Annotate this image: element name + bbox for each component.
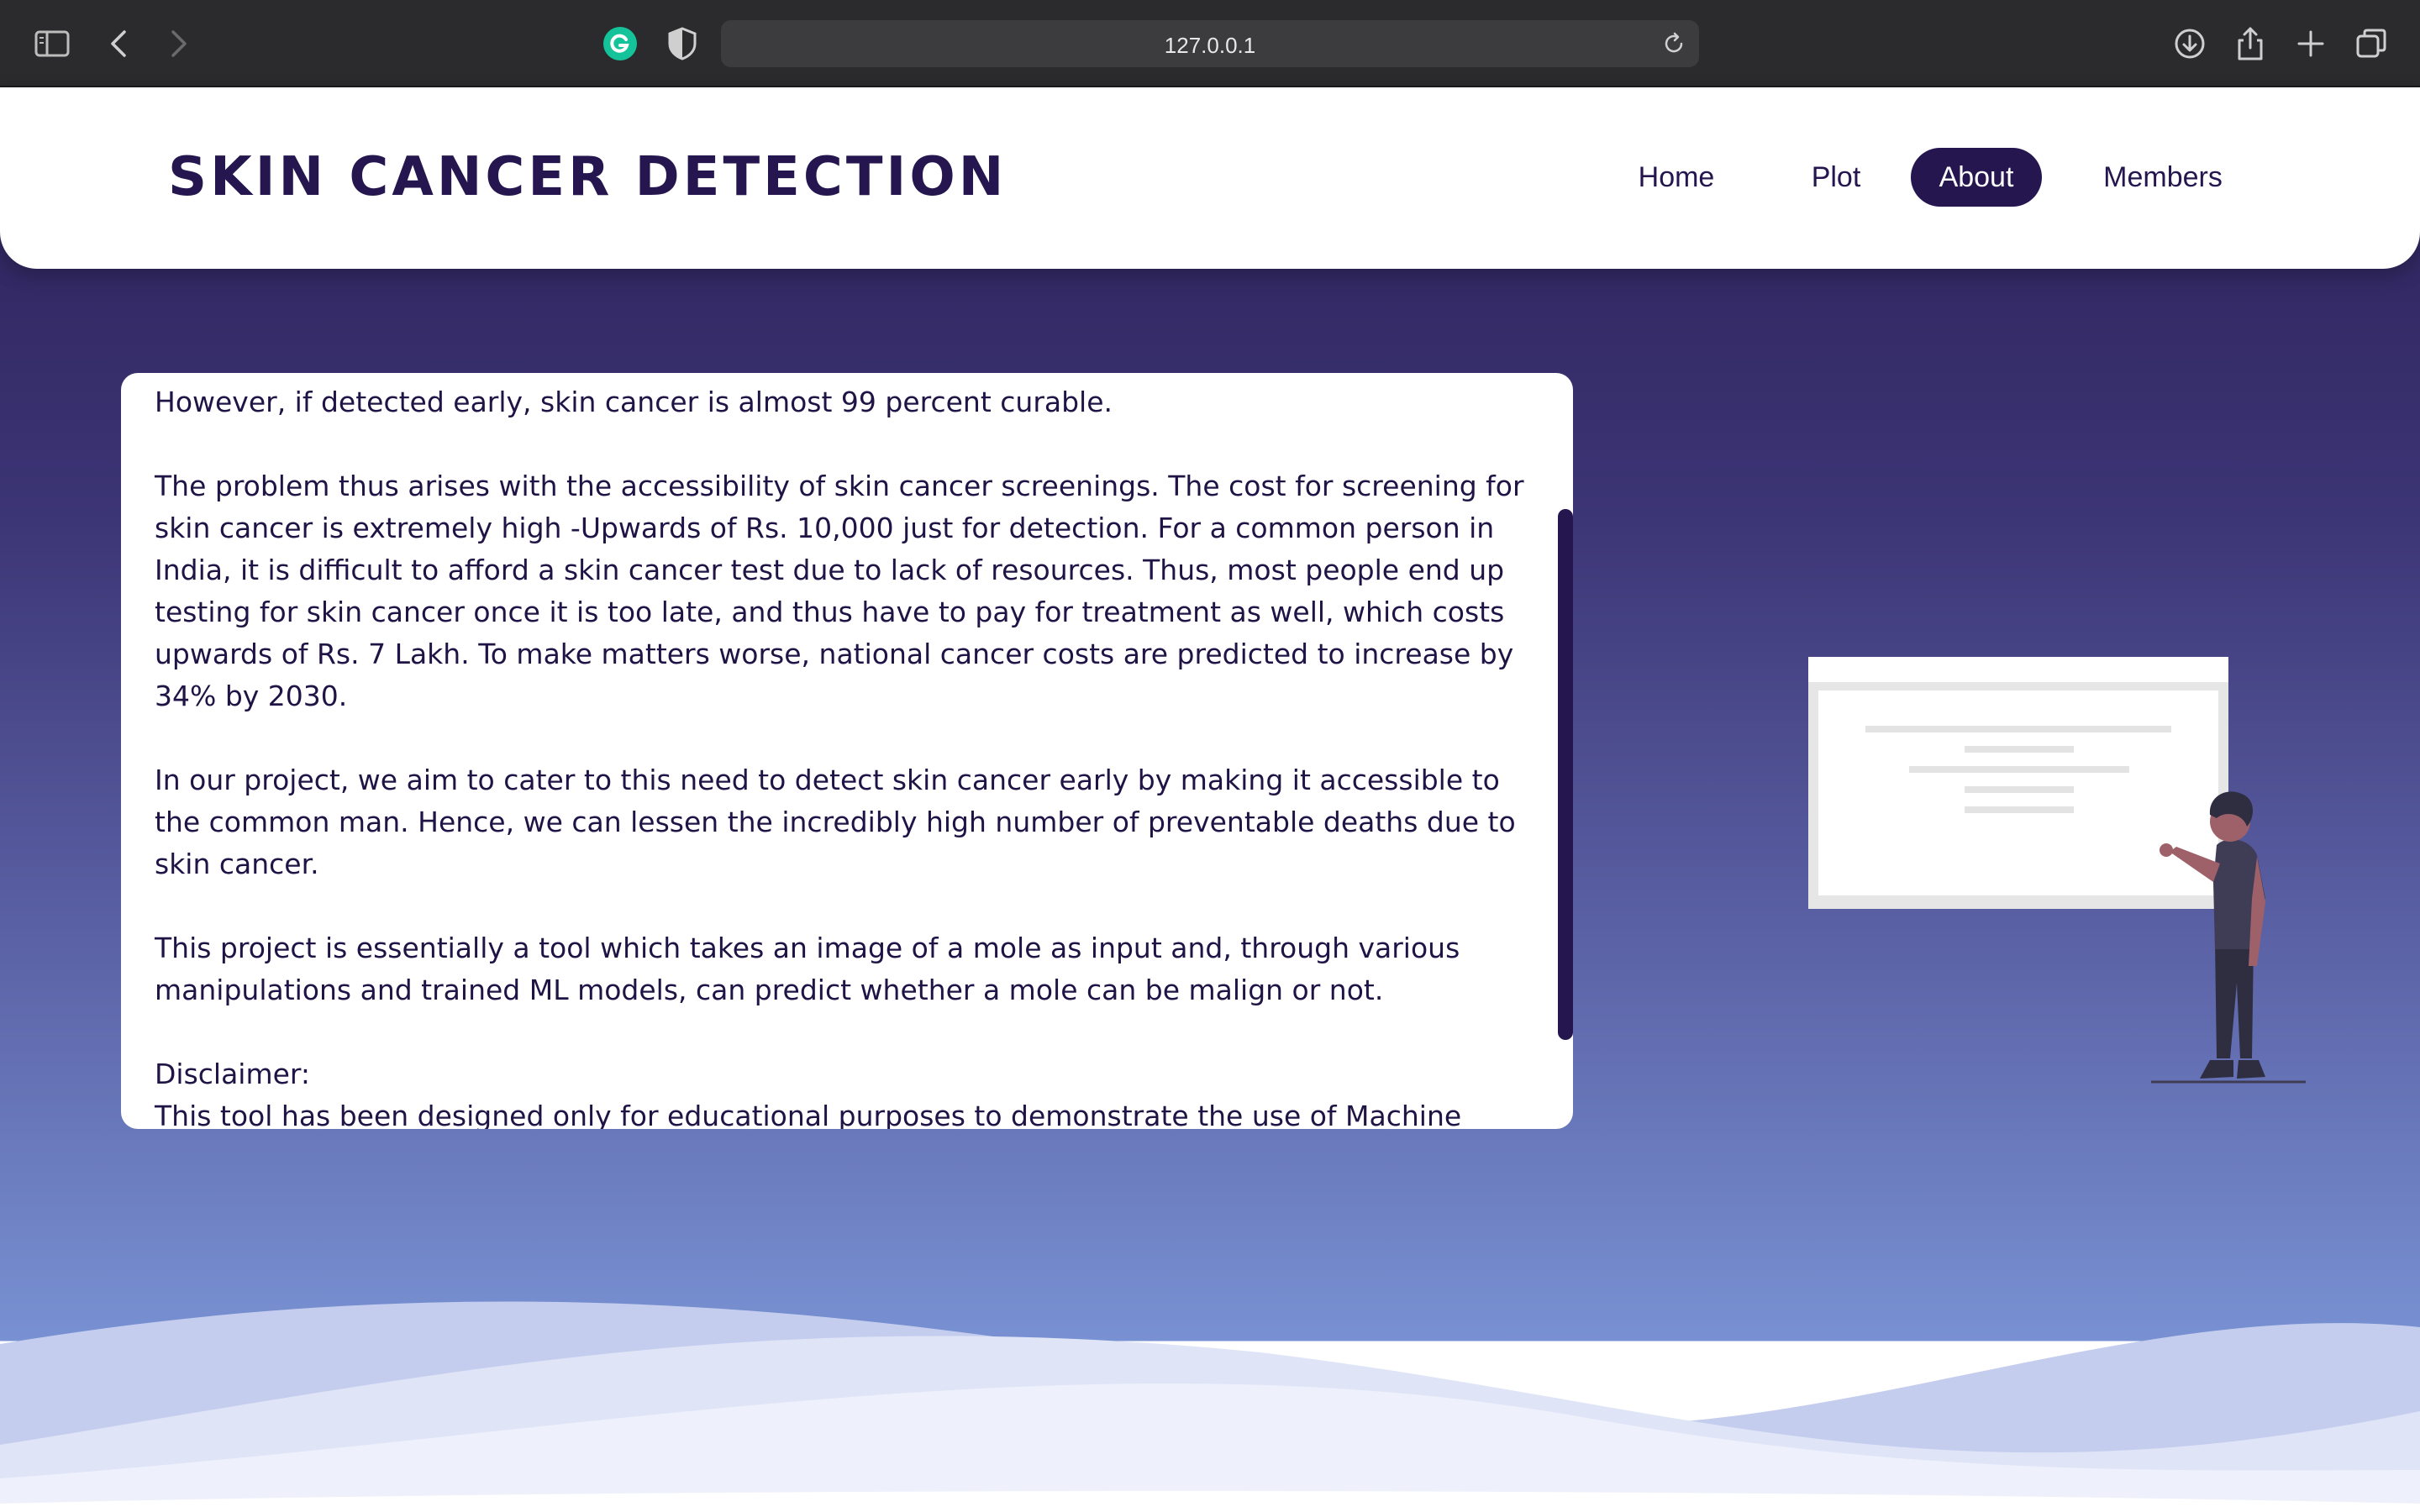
- back-arrow-icon[interactable]: [101, 25, 138, 62]
- about-content-panel[interactable]: However, if detected early, skin cancer …: [121, 373, 1573, 1129]
- url-text: 127.0.0.1: [1164, 33, 1256, 58]
- nav-home[interactable]: Home: [1622, 148, 1731, 207]
- main-nav: Home Plot About Members: [0, 148, 2420, 207]
- reload-icon[interactable]: [1660, 30, 1687, 57]
- wave-decoration: [0, 1301, 2420, 1512]
- browser-toolbar: 127.0.0.1: [0, 0, 2420, 87]
- nav-about[interactable]: About: [1911, 148, 2042, 207]
- new-tab-plus-icon[interactable]: [2292, 25, 2329, 62]
- disclaimer-text: This tool has been designed only for edu…: [155, 1100, 1462, 1129]
- share-icon[interactable]: [2232, 25, 2269, 62]
- downloads-icon[interactable]: [2171, 25, 2208, 62]
- sidebar-toggle-icon[interactable]: [34, 25, 71, 62]
- about-text: However, if detected early, skin cancer …: [155, 381, 1573, 1129]
- paragraph-aim: In our project, we aim to cater to this …: [155, 764, 1516, 880]
- paragraph-curable: However, if detected early, skin cancer …: [155, 386, 1113, 418]
- privacy-shield-icon[interactable]: [664, 25, 701, 62]
- tab-overview-icon[interactable]: [2353, 25, 2390, 62]
- disclaimer-heading: Disclaimer:: [155, 1058, 311, 1090]
- content-scrollbar[interactable]: [1558, 509, 1573, 1040]
- presentation-illustration: [1808, 657, 2306, 1084]
- nav-plot[interactable]: Plot: [1790, 148, 1882, 207]
- address-bar[interactable]: 127.0.0.1: [721, 20, 1699, 67]
- paragraph-problem: The problem thus arises with the accessi…: [155, 470, 1524, 712]
- grammarly-extension-icon[interactable]: [602, 25, 639, 62]
- nav-members[interactable]: Members: [2081, 148, 2245, 207]
- paragraph-tool: This project is essentially a tool which…: [155, 932, 1460, 1006]
- site-header: SKIN CANCER DETECTION Home Plot About Me…: [0, 87, 2420, 269]
- forward-arrow-icon[interactable]: [160, 25, 197, 62]
